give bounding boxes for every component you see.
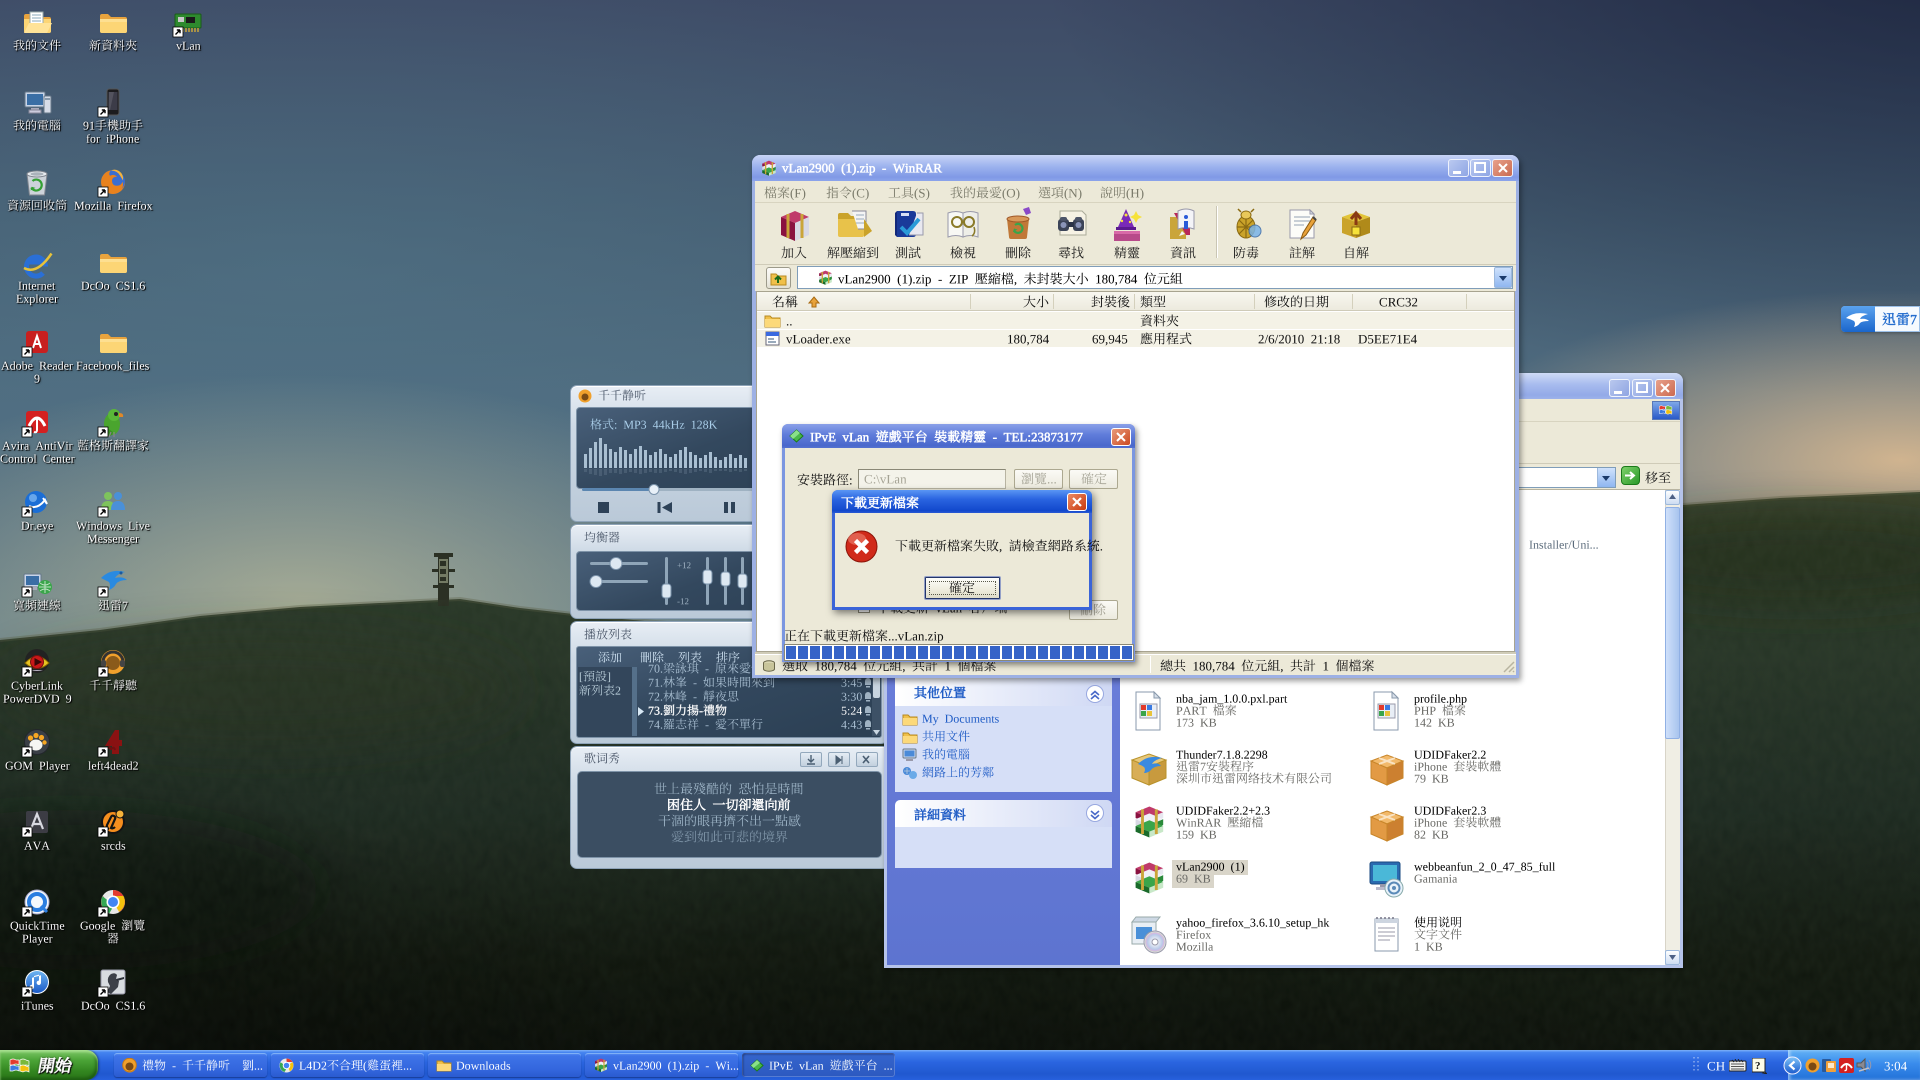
svg-text:?: ? [1755, 1060, 1761, 1072]
